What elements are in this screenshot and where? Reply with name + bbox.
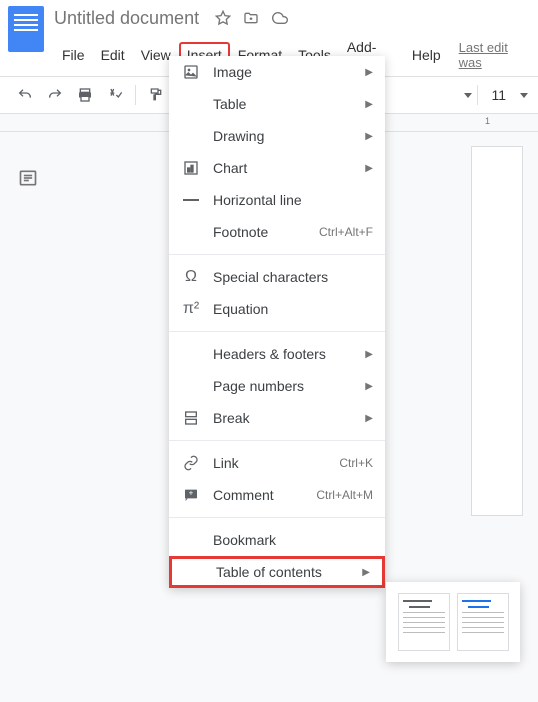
menu-item-image[interactable]: Image ▶ <box>169 56 385 88</box>
chart-icon <box>181 160 201 176</box>
shortcut: Ctrl+Alt+M <box>316 488 373 502</box>
undo-icon[interactable] <box>12 83 38 107</box>
preview-line <box>409 606 430 608</box>
separator <box>477 85 478 105</box>
preview-line <box>403 622 445 623</box>
preview-line <box>462 627 504 628</box>
preview-line <box>403 612 445 613</box>
docs-logo-icon[interactable] <box>8 6 44 52</box>
font-dropdown-icon[interactable] <box>464 93 472 98</box>
break-icon <box>181 410 201 426</box>
toc-style-plain[interactable] <box>398 593 450 651</box>
label: Image <box>213 64 365 80</box>
preview-line <box>468 606 489 608</box>
cloud-status-icon[interactable] <box>271 10 289 26</box>
label: Table of contents <box>216 564 362 580</box>
preview-line <box>462 617 504 618</box>
menu-item-horizontal-line[interactable]: Horizontal line <box>169 184 385 216</box>
divider <box>169 331 385 332</box>
menu-item-footnote[interactable]: Footnote Ctrl+Alt+F <box>169 216 385 248</box>
menu-item-table[interactable]: Table ▶ <box>169 88 385 120</box>
pi-icon: π² <box>181 300 201 318</box>
preview-line <box>403 600 432 602</box>
link-icon <box>181 455 201 471</box>
divider <box>169 517 385 518</box>
spellcheck-icon[interactable] <box>102 83 128 107</box>
menu-item-toc[interactable]: Table of contents ▶ <box>169 556 385 588</box>
preview-line <box>462 612 504 613</box>
line-icon <box>181 198 201 202</box>
insert-dropdown: Image ▶ Table ▶ Drawing ▶ Chart ▶ Horizo… <box>169 56 385 588</box>
submenu-arrow-icon: ▶ <box>365 131 373 142</box>
menu-item-chart[interactable]: Chart ▶ <box>169 152 385 184</box>
divider <box>169 254 385 255</box>
menu-item-comment[interactable]: + Comment Ctrl+Alt+M <box>169 479 385 511</box>
menu-item-special-chars[interactable]: Ω Special characters <box>169 261 385 293</box>
comment-icon: + <box>181 487 201 503</box>
toc-submenu <box>386 582 520 662</box>
outline-icon[interactable] <box>18 168 38 193</box>
print-icon[interactable] <box>72 83 98 107</box>
menu-item-headers-footers[interactable]: Headers & footers ▶ <box>169 338 385 370</box>
menu-item-link[interactable]: Link Ctrl+K <box>169 447 385 479</box>
menu-edit[interactable]: Edit <box>93 42 133 68</box>
omega-icon: Ω <box>181 268 201 286</box>
move-folder-icon[interactable] <box>243 10 259 26</box>
separator <box>135 85 136 105</box>
menu-item-break[interactable]: Break ▶ <box>169 402 385 434</box>
label: Break <box>213 410 365 426</box>
paint-format-icon[interactable] <box>143 83 169 107</box>
divider <box>169 440 385 441</box>
ruler-mark: 1 <box>485 116 490 126</box>
menu-item-page-numbers[interactable]: Page numbers ▶ <box>169 370 385 402</box>
label: Bookmark <box>213 532 373 548</box>
menu-item-bookmark[interactable]: Bookmark <box>169 524 385 556</box>
star-icon[interactable] <box>215 10 231 26</box>
preview-line <box>403 617 445 618</box>
label: Page numbers <box>213 378 365 394</box>
document-title[interactable]: Untitled document <box>54 8 199 29</box>
shortcut: Ctrl+Alt+F <box>319 225 373 239</box>
submenu-arrow-icon: ▶ <box>365 413 373 424</box>
preview-line <box>403 627 445 628</box>
submenu-arrow-icon: ▶ <box>365 67 373 78</box>
toc-style-links[interactable] <box>457 593 509 651</box>
menu-file[interactable]: File <box>54 42 93 68</box>
label: Horizontal line <box>213 192 373 208</box>
preview-line <box>462 600 491 602</box>
label: Headers & footers <box>213 346 365 362</box>
shortcut: Ctrl+K <box>339 456 373 470</box>
submenu-arrow-icon: ▶ <box>365 163 373 174</box>
svg-text:+: + <box>189 489 194 498</box>
submenu-arrow-icon: ▶ <box>362 567 370 578</box>
last-edit-link[interactable]: Last edit was <box>459 40 530 70</box>
label: Table <box>213 96 365 112</box>
label: Footnote <box>213 224 319 240</box>
label: Drawing <box>213 128 365 144</box>
menu-item-drawing[interactable]: Drawing ▶ <box>169 120 385 152</box>
font-controls: 11 <box>458 83 528 107</box>
submenu-arrow-icon: ▶ <box>365 99 373 110</box>
title-row: Untitled document <box>54 6 530 30</box>
submenu-arrow-icon: ▶ <box>365 381 373 392</box>
label: Comment <box>213 487 316 503</box>
font-size-select[interactable]: 11 <box>483 83 514 107</box>
redo-icon[interactable] <box>42 83 68 107</box>
document-page[interactable] <box>471 146 523 516</box>
submenu-arrow-icon: ▶ <box>365 349 373 360</box>
label: Special characters <box>213 269 373 285</box>
preview-line <box>462 632 504 633</box>
label: Chart <box>213 160 365 176</box>
image-icon <box>181 64 201 80</box>
preview-line <box>403 632 445 633</box>
preview-line <box>462 622 504 623</box>
menu-help[interactable]: Help <box>404 42 449 68</box>
label: Link <box>213 455 339 471</box>
font-size-dropdown-icon[interactable] <box>520 93 528 98</box>
label: Equation <box>213 301 373 317</box>
menu-item-equation[interactable]: π² Equation <box>169 293 385 325</box>
